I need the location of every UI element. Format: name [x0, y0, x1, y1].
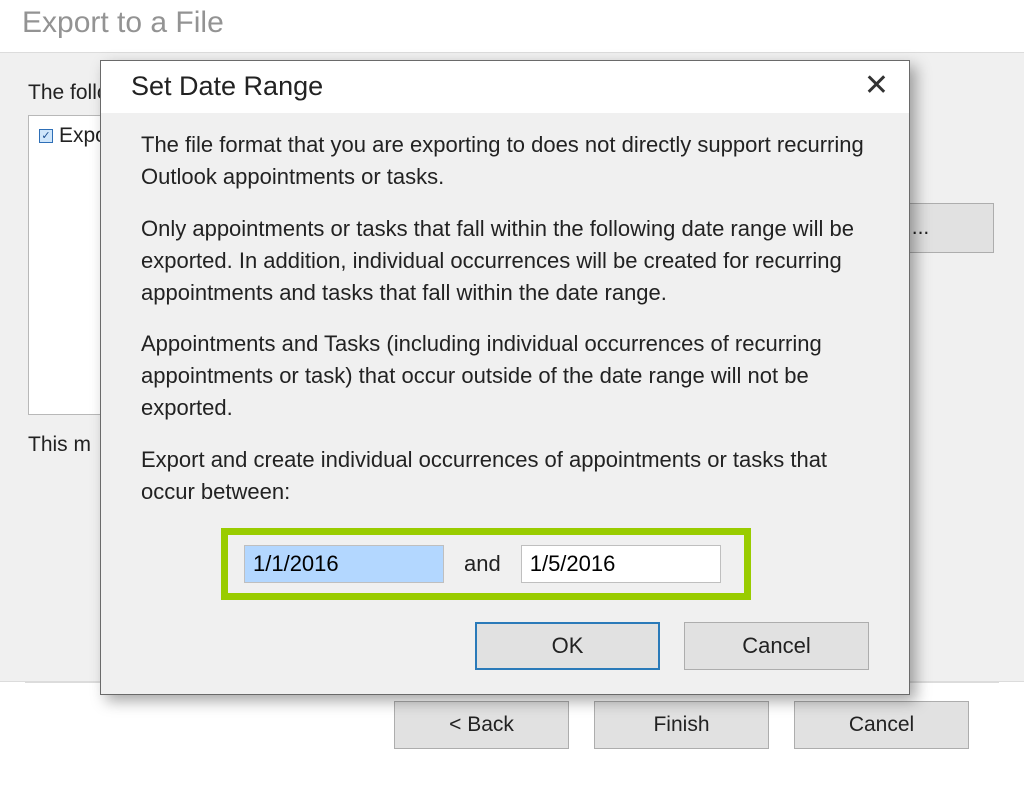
- date-range-highlight: and: [221, 528, 751, 600]
- dialog-text-4: Export and create individual occurrences…: [141, 444, 869, 508]
- finish-button[interactable]: Finish: [594, 701, 769, 749]
- set-date-range-dialog: Set Date Range ✕ The file format that yo…: [100, 60, 910, 695]
- and-label: and: [464, 548, 501, 580]
- dialog-body: The file format that you are exporting t…: [101, 113, 909, 622]
- wizard-title: Export to a File: [0, 0, 1024, 52]
- dialog-buttons: OK Cancel: [101, 622, 909, 694]
- dialog-cancel-button[interactable]: Cancel: [684, 622, 869, 670]
- back-button[interactable]: < Back: [394, 701, 569, 749]
- end-date-input[interactable]: [521, 545, 721, 583]
- checkbox-icon[interactable]: ✓: [39, 129, 53, 143]
- start-date-input[interactable]: [244, 545, 444, 583]
- ok-button[interactable]: OK: [475, 622, 660, 670]
- close-icon[interactable]: ✕: [858, 69, 895, 103]
- dialog-text-1: The file format that you are exporting t…: [141, 129, 869, 193]
- dialog-title: Set Date Range: [131, 71, 323, 102]
- dialog-text-2: Only appointments or tasks that fall wit…: [141, 213, 869, 309]
- dialog-titlebar: Set Date Range ✕: [101, 61, 909, 113]
- cancel-button[interactable]: Cancel: [794, 701, 969, 749]
- dialog-text-3: Appointments and Tasks (including indivi…: [141, 328, 869, 424]
